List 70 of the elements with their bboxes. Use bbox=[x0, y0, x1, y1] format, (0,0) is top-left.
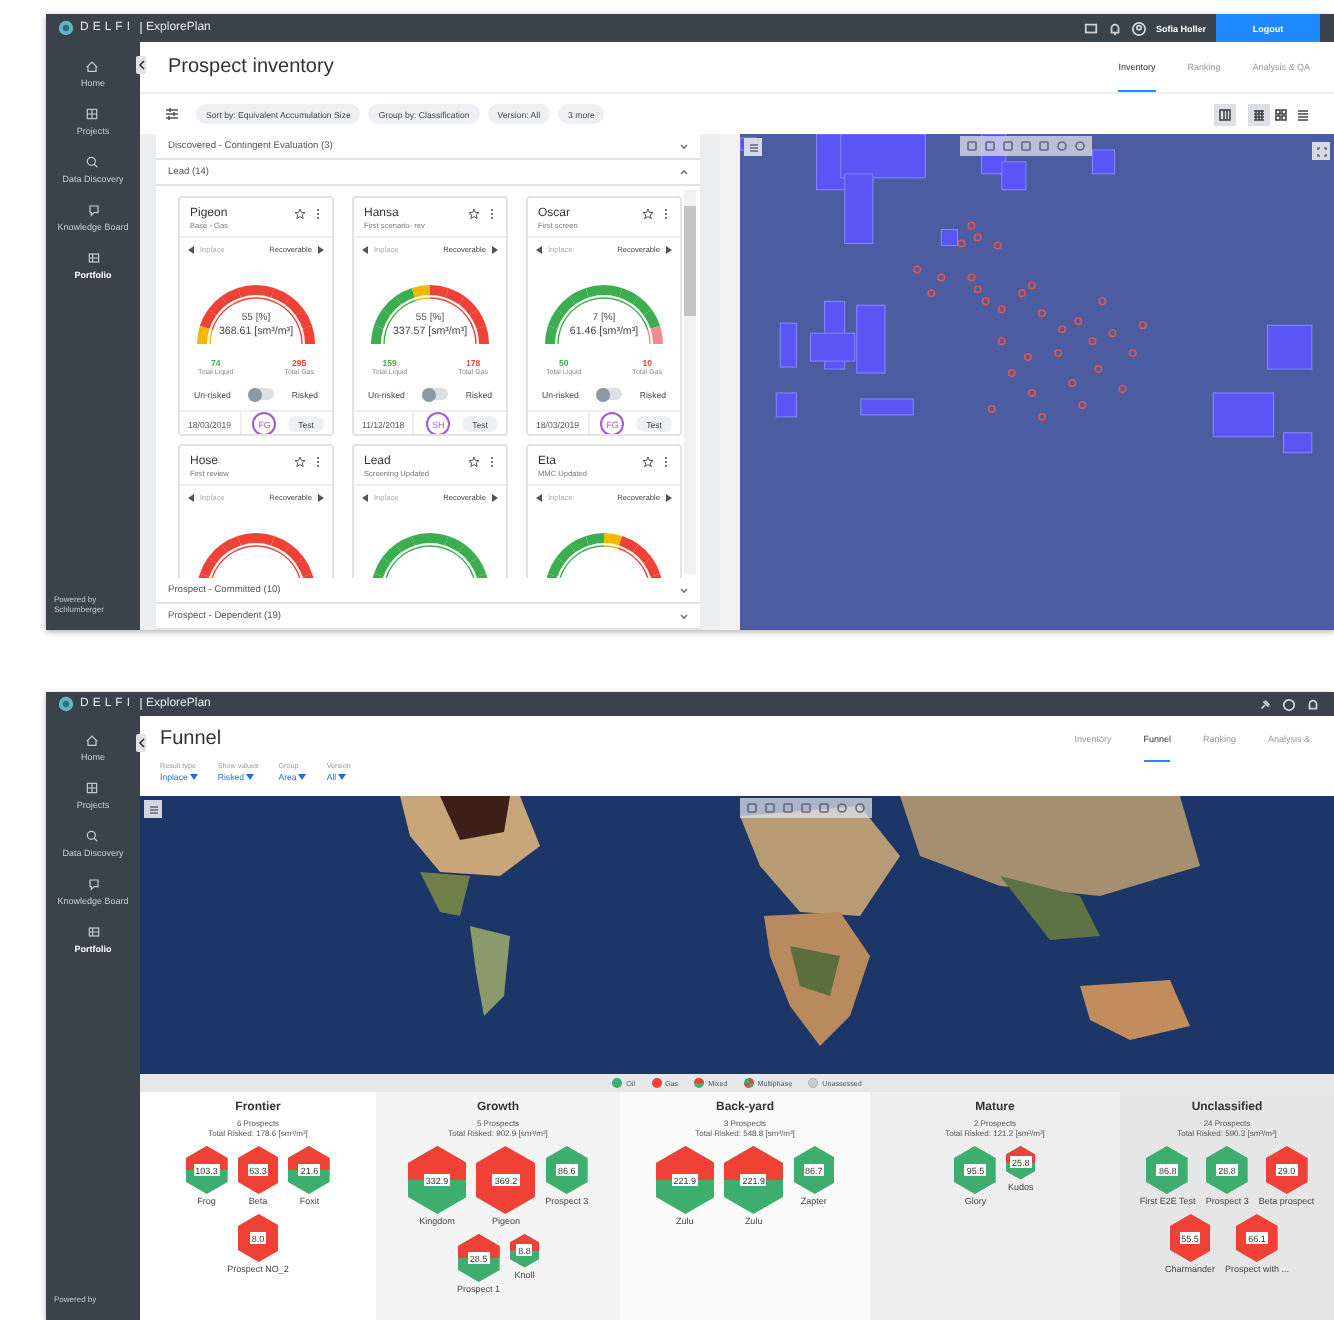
search-icon bbox=[84, 828, 101, 844]
map-view-button[interactable] bbox=[1214, 103, 1236, 125]
caret-icon bbox=[298, 774, 307, 780]
scrollbar[interactable] bbox=[684, 190, 696, 574]
right-arrow-icon[interactable] bbox=[318, 246, 324, 254]
collapse-button[interactable] bbox=[136, 56, 146, 74]
board-icon bbox=[85, 876, 101, 892]
board-icon bbox=[85, 202, 101, 218]
page-title: Funnel bbox=[160, 728, 222, 750]
menu-button[interactable] bbox=[144, 800, 162, 818]
menu-icon bbox=[147, 803, 159, 815]
caret-icon bbox=[246, 774, 254, 780]
tiles-view-button[interactable] bbox=[1270, 103, 1292, 125]
star-icon[interactable] bbox=[642, 456, 654, 468]
square-icon[interactable] bbox=[800, 802, 812, 814]
bell-icon[interactable] bbox=[1306, 697, 1320, 711]
star-icon[interactable] bbox=[468, 208, 480, 220]
chat-icon[interactable] bbox=[1083, 21, 1098, 35]
help-icon[interactable] bbox=[1282, 697, 1296, 711]
right-arrow-icon[interactable] bbox=[666, 246, 672, 254]
menu-button[interactable] bbox=[744, 138, 762, 156]
risked-toggle[interactable] bbox=[248, 388, 275, 400]
home-icon bbox=[84, 58, 101, 74]
risked-toggle[interactable] bbox=[422, 388, 449, 400]
user-icon[interactable] bbox=[1131, 21, 1146, 35]
prospect-hexagon[interactable] bbox=[724, 1146, 784, 1214]
star-icon[interactable] bbox=[642, 208, 654, 220]
right-arrow-icon[interactable] bbox=[318, 494, 324, 502]
page-title: Prospect inventory bbox=[168, 56, 334, 78]
bell-icon[interactable] bbox=[1107, 21, 1122, 35]
prospect-hexagon[interactable] bbox=[407, 1146, 467, 1214]
right-arrow-icon[interactable] bbox=[666, 494, 672, 502]
left-arrow-icon[interactable] bbox=[362, 494, 368, 502]
caret-icon bbox=[189, 774, 198, 780]
filter-icon[interactable] bbox=[164, 106, 180, 122]
projects-icon bbox=[84, 780, 101, 796]
pin-icon[interactable] bbox=[1258, 697, 1272, 711]
prospect-hexagon[interactable] bbox=[655, 1146, 715, 1214]
star-icon[interactable] bbox=[294, 456, 306, 468]
map-icon bbox=[1218, 107, 1232, 121]
risked-toggle[interactable] bbox=[596, 388, 623, 400]
collapse-button[interactable] bbox=[136, 734, 146, 752]
portfolio-icon bbox=[85, 250, 101, 266]
grid-view-button[interactable] bbox=[1248, 103, 1270, 125]
tiles-icon bbox=[1274, 107, 1288, 121]
left-arrow-icon[interactable] bbox=[536, 494, 542, 502]
right-arrow-icon[interactable] bbox=[492, 246, 498, 254]
search-icon bbox=[84, 154, 101, 170]
prospect-hexagon[interactable] bbox=[237, 1214, 279, 1262]
list-icon bbox=[1296, 107, 1310, 121]
home-icon bbox=[84, 732, 101, 748]
menu-icon bbox=[747, 141, 759, 153]
logo-icon bbox=[58, 696, 74, 712]
grid-icon bbox=[1252, 107, 1266, 121]
left-arrow-icon[interactable] bbox=[188, 494, 194, 502]
square-icon[interactable] bbox=[1020, 140, 1032, 152]
right-arrow-icon[interactable] bbox=[492, 494, 498, 502]
projects-icon bbox=[84, 106, 101, 122]
prospect-hexagon[interactable] bbox=[476, 1146, 536, 1214]
left-arrow-icon[interactable] bbox=[536, 246, 542, 254]
scrollbar[interactable] bbox=[720, 134, 740, 630]
fullscreen-icon bbox=[1315, 145, 1327, 157]
left-arrow-icon[interactable] bbox=[188, 246, 194, 254]
caret-icon bbox=[338, 774, 347, 780]
portfolio-icon bbox=[85, 924, 101, 940]
star-icon[interactable] bbox=[468, 456, 480, 468]
star-icon[interactable] bbox=[294, 208, 306, 220]
logo-icon bbox=[58, 20, 74, 36]
fullscreen-button[interactable] bbox=[1312, 142, 1330, 160]
left-arrow-icon[interactable] bbox=[362, 246, 368, 254]
